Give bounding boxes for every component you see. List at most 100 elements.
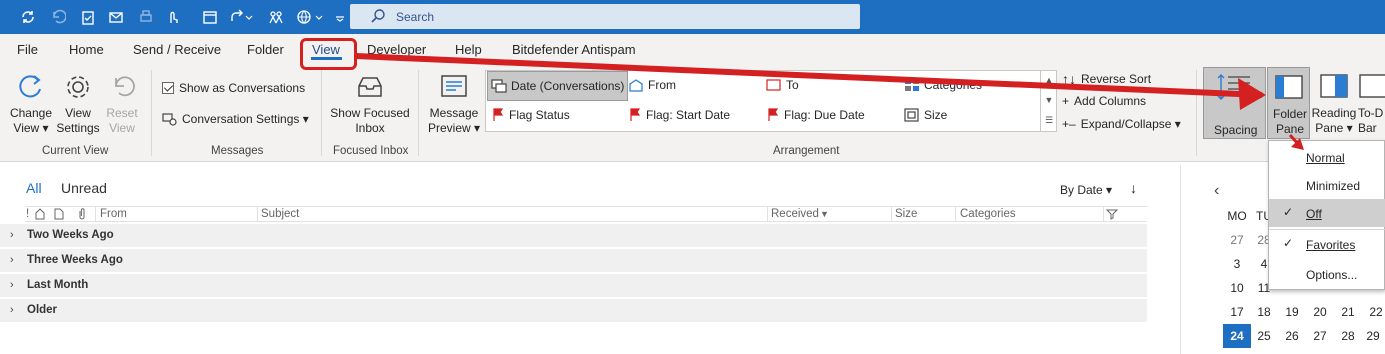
sort-descending-icon: ▼	[820, 209, 829, 219]
reset-view-button[interactable]: Reset View	[100, 72, 144, 136]
mail-icon[interactable]	[106, 6, 126, 28]
menu-item-label: Off	[1306, 207, 1322, 221]
conversation-settings-button[interactable]: Conversation Settings ▾	[162, 112, 309, 126]
calendar-day[interactable]: 3	[1225, 257, 1249, 271]
weekday-label: MO	[1227, 209, 1247, 223]
arrange-date-conversations[interactable]: Date (Conversations)	[487, 71, 629, 101]
group-divider	[321, 70, 322, 156]
message-preview-button[interactable]: Message Preview ▾	[428, 72, 480, 136]
arrange-flag-start-date[interactable]: Flag: Start Date	[628, 108, 730, 122]
calendar-day[interactable]: 28	[1336, 329, 1360, 343]
view-settings-button[interactable]: View Settings	[55, 72, 101, 136]
group-row[interactable]: › Last Month	[0, 274, 1147, 298]
expand-collapse-button[interactable]: +– Expand/Collapse ▾	[1062, 117, 1181, 131]
column-subject[interactable]: Subject	[261, 208, 299, 220]
folder-pane-button[interactable]: Folder Pane ▾	[1267, 67, 1310, 151]
menu-item-favorites[interactable]: ✓ Favorites	[1269, 230, 1385, 258]
arrange-flag-status-label: Flag Status	[509, 108, 570, 122]
folder-pane-label-1: Folder	[1272, 107, 1307, 121]
sort-by-date[interactable]: By Date ▾	[1060, 183, 1112, 197]
reminder-column-icon[interactable]	[34, 208, 46, 223]
globe-dropdown-icon[interactable]	[294, 6, 328, 28]
customize-toolbar-icon[interactable]	[333, 6, 347, 28]
show-focused-inbox-button[interactable]: Show Focused Inbox	[330, 72, 410, 136]
column-received[interactable]: Received	[771, 208, 819, 220]
print-icon[interactable]	[136, 6, 156, 28]
group-name: Older	[27, 304, 58, 316]
from-icon	[629, 79, 643, 92]
gallery-scroll[interactable]: ▲ ▼ ☰	[1040, 70, 1057, 132]
group-divider	[151, 70, 152, 156]
column-from[interactable]: From	[100, 208, 127, 220]
arrange-size[interactable]: Size	[904, 108, 947, 122]
calendar-day[interactable]: 27	[1225, 233, 1249, 247]
people-icon[interactable]	[266, 6, 286, 28]
calendar-day[interactable]: 25	[1252, 329, 1276, 343]
gallery-scroll-down-icon[interactable]: ▼	[1041, 90, 1057, 110]
group-row[interactable]: › Older	[0, 299, 1147, 323]
sync-icon[interactable]	[18, 6, 38, 28]
calendar-day[interactable]: 17	[1225, 305, 1249, 319]
calendar-icon[interactable]	[200, 6, 220, 28]
chevron-right-icon: ›	[10, 304, 14, 316]
menu-item-minimized[interactable]: Minimized	[1269, 171, 1385, 199]
touch-mode-icon[interactable]	[162, 6, 182, 28]
tab-bitdefender-antispam[interactable]: Bitdefender Antispam	[512, 42, 636, 57]
show-as-conversations-checkbox[interactable]: Show as Conversations	[162, 81, 305, 95]
calendar-day[interactable]: 29	[1361, 329, 1385, 343]
tab-file[interactable]: File	[17, 42, 38, 57]
add-columns-button[interactable]: + Add Columns	[1062, 94, 1146, 108]
filter-all[interactable]: All	[26, 180, 42, 196]
tab-developer[interactable]: Developer	[367, 42, 426, 57]
forward-dropdown-icon[interactable]	[226, 6, 256, 28]
filter-column-icon[interactable]	[1105, 208, 1119, 223]
arrange-to[interactable]: To	[766, 78, 799, 92]
calendar-today[interactable]: 24	[1223, 324, 1251, 348]
menu-item-normal[interactable]: Normal	[1269, 143, 1385, 171]
calendar-day[interactable]: 20	[1308, 305, 1332, 319]
calendar-day[interactable]: 26	[1280, 329, 1304, 343]
calendar-day[interactable]: 19	[1280, 305, 1304, 319]
arrange-flag-status[interactable]: Flag Status	[491, 108, 570, 122]
tab-folder[interactable]: Folder	[247, 42, 284, 57]
calendar-day[interactable]: 22	[1364, 305, 1385, 319]
calendar-prev-icon[interactable]: ‹	[1214, 182, 1219, 200]
arrange-from-label: From	[648, 78, 676, 92]
undo-icon[interactable]	[48, 6, 68, 28]
calendar-day[interactable]: 18	[1252, 305, 1276, 319]
view-tab-highlight	[300, 38, 357, 70]
column-categories[interactable]: Categories	[960, 208, 1016, 220]
calendar-day[interactable]: 10	[1225, 281, 1249, 295]
menu-item-options[interactable]: Options...	[1269, 260, 1385, 288]
attachment-column-icon[interactable]	[77, 208, 87, 223]
tab-home[interactable]: Home	[69, 42, 104, 57]
group-row[interactable]: › Two Weeks Ago	[0, 224, 1147, 248]
calendar-day[interactable]: 21	[1336, 305, 1360, 319]
search-box[interactable]: Search	[350, 4, 860, 29]
add-columns-label: Add Columns	[1074, 94, 1147, 108]
column-size[interactable]: Size	[895, 208, 917, 220]
arrange-flag-due-date[interactable]: Flag: Due Date	[766, 108, 865, 122]
folder-pane-menu: Normal Minimized ✓ Off ✓ Favorites Optio…	[1268, 140, 1385, 290]
arrange-categories[interactable]: Categories	[904, 78, 982, 92]
column-importance[interactable]: !	[26, 208, 29, 220]
calendar-day[interactable]: 27	[1308, 329, 1332, 343]
tab-help[interactable]: Help	[455, 42, 482, 57]
change-view-button[interactable]: Change View ▾	[8, 72, 54, 136]
gallery-more-icon[interactable]: ☰	[1041, 110, 1057, 130]
flag-icon	[493, 108, 504, 121]
document-column-icon[interactable]	[54, 208, 64, 223]
reading-pane-button[interactable]: Reading Pane ▾	[1310, 72, 1358, 136]
todo-bar-button[interactable]: To-D Bar	[1358, 72, 1385, 136]
task-icon[interactable]	[78, 6, 98, 28]
reverse-sort-button[interactable]: ↑↓ Reverse Sort	[1062, 71, 1151, 87]
tab-send-receive[interactable]: Send / Receive	[133, 42, 221, 57]
arrange-from[interactable]: From	[628, 78, 676, 92]
sort-direction-icon[interactable]: ↓	[1130, 180, 1137, 196]
menu-item-off[interactable]: ✓ Off	[1269, 199, 1385, 227]
spacing-button[interactable]: Spacing	[1203, 67, 1266, 139]
filter-unread[interactable]: Unread	[61, 180, 107, 196]
group-row[interactable]: › Three Weeks Ago	[0, 249, 1147, 273]
gallery-scroll-up-icon[interactable]: ▲	[1041, 70, 1057, 90]
group-name: Last Month	[27, 279, 89, 291]
